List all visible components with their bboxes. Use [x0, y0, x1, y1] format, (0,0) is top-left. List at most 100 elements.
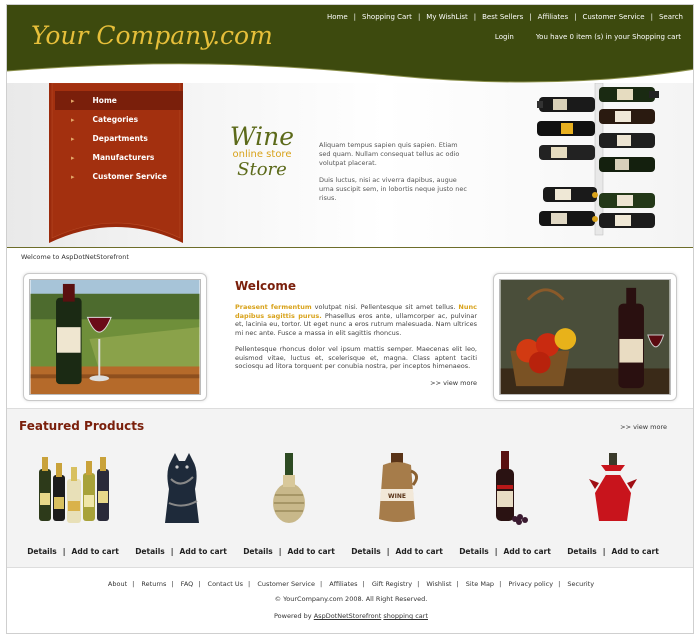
product-list: Details | Add to cart Details | Add to cart — [23, 449, 683, 559]
page: Your Company.com Home | Shopping Cart | My… — [6, 4, 694, 634]
add-to-cart-link[interactable]: Add to cart — [504, 547, 551, 556]
powered-link-cart[interactable]: shopping cart — [383, 612, 428, 620]
menu-item-home[interactable]: ▸ Home — [55, 91, 183, 110]
footer-separator: | — [417, 580, 420, 588]
sub-nav: Login You have 0 item (s) in your Shoppi… — [495, 33, 681, 41]
nav-best-sellers[interactable]: Best Sellers — [482, 13, 523, 21]
details-link[interactable]: Details — [567, 547, 597, 556]
nav-search[interactable]: Search — [659, 13, 683, 21]
featured-view-more-link[interactable]: >> view more — [620, 423, 667, 431]
wine-logo-line1: Wine — [229, 122, 295, 151]
footer-separator: | — [198, 580, 201, 588]
hero-description: Aliquam tempus sapien quis sapien. Etiam… — [319, 141, 469, 211]
menu-label: Manufacturers — [92, 153, 155, 162]
wicker-bottle-icon[interactable] — [249, 449, 329, 527]
gift-wrapped-bottle-icon[interactable] — [573, 449, 653, 527]
copyright: © YourCompany.com 2008. All Right Reserv… — [274, 595, 428, 603]
arrow-icon: ▸ — [71, 134, 75, 143]
add-to-cart-link[interactable]: Add to cart — [612, 547, 659, 556]
product-actions: Details | Add to cart — [347, 547, 447, 556]
welcome-paragraph-1: Praesent fermentum volutpat nisi. Pellen… — [235, 303, 477, 337]
site-logo[interactable]: Your Company.com — [31, 21, 273, 50]
wine-jug-icon[interactable]: WINE — [357, 449, 437, 527]
nav-separator: | — [353, 13, 357, 21]
add-to-cart-link[interactable]: Add to cart — [72, 547, 119, 556]
header-wave — [7, 63, 693, 83]
menu-label: Categories — [92, 115, 139, 124]
wine-logo-line3: Store — [237, 159, 287, 180]
add-to-cart-link[interactable]: Add to cart — [180, 547, 227, 556]
welcome-view-more-link[interactable]: >> view more — [235, 379, 477, 387]
footer-separator: | — [499, 580, 502, 588]
product-card: Details | Add to cart — [131, 449, 231, 559]
featured-title: Featured Products — [19, 419, 145, 433]
nav-separator: | — [574, 13, 577, 21]
footer-link-wishlist[interactable]: Wishlist — [426, 580, 451, 588]
product-actions: Details | Add to cart — [23, 547, 123, 556]
details-link[interactable]: Details — [135, 547, 165, 556]
footer-separator: | — [248, 580, 251, 588]
powered-by: Powered by AspDotNetStorefront shopping … — [7, 612, 693, 620]
footer-link-customer-service[interactable]: Customer Service — [257, 580, 315, 588]
highlight-text: Praesent fermentum — [235, 303, 312, 311]
menu-item-manufacturers[interactable]: ▸ Manufacturers — [55, 148, 183, 167]
add-to-cart-link[interactable]: Add to cart — [288, 547, 335, 556]
product-card: Details | Add to cart — [455, 449, 555, 559]
details-link[interactable]: Details — [351, 547, 381, 556]
product-actions: Details | Add to cart — [239, 547, 339, 556]
footer-link-about[interactable]: About — [108, 580, 127, 588]
footer-link-faq[interactable]: FAQ — [181, 580, 194, 588]
footer-link-site-map[interactable]: Site Map — [466, 580, 494, 588]
menu-label: Departments — [92, 134, 148, 143]
footer-link-gift-registry[interactable]: Gift Registry — [372, 580, 412, 588]
champagne-bottles-icon[interactable] — [33, 449, 113, 527]
nav-wishlist[interactable]: My WishList — [426, 13, 467, 21]
footer-link-returns[interactable]: Returns — [141, 580, 166, 588]
nav-home[interactable]: Home — [327, 13, 348, 21]
add-to-cart-link[interactable]: Add to cart — [396, 547, 443, 556]
footer-separator: | — [171, 580, 174, 588]
product-actions: Details | Add to cart — [131, 547, 231, 556]
nav-affiliates[interactable]: Affiliates — [538, 13, 568, 21]
svg-text:WINE: WINE — [388, 493, 406, 500]
arrow-icon: ▸ — [71, 96, 75, 105]
cat-bottle-icon[interactable] — [141, 449, 221, 527]
footer-link-contact[interactable]: Contact Us — [208, 580, 244, 588]
product-card: Details | Add to cart — [563, 449, 663, 559]
nav-shopping-cart[interactable]: Shopping Cart — [362, 13, 412, 21]
hero-paragraph-1: Aliquam tempus sapien quis sapien. Etiam… — [319, 141, 460, 167]
footer-link-privacy[interactable]: Privacy policy — [508, 580, 553, 588]
product-card: WINE Details | Add to cart — [347, 449, 447, 559]
welcome-strip: Welcome to AspDotNetStorefront — [21, 253, 129, 261]
details-link[interactable]: Details — [27, 547, 57, 556]
footer-links: About | Returns | FAQ | Contact Us | Custome… — [7, 580, 693, 588]
wine-store-logo: Wine online store Store — [222, 122, 302, 180]
product-actions: Details | Add to cart — [455, 547, 555, 556]
menu-item-categories[interactable]: ▸ Categories — [55, 110, 183, 129]
footer-link-security[interactable]: Security — [567, 580, 594, 588]
menu-item-departments[interactable]: ▸ Departments — [55, 129, 183, 148]
action-separator: | — [278, 547, 282, 556]
nav-customer-service[interactable]: Customer Service — [582, 13, 644, 21]
login-link[interactable]: Login — [495, 33, 514, 41]
footer-separator: | — [362, 580, 365, 588]
cart-status[interactable]: You have 0 item (s) in your Shopping car… — [536, 33, 681, 41]
nav-separator: | — [473, 13, 477, 21]
wine-rack-image — [537, 83, 659, 236]
wine-bottle-grapes-icon[interactable] — [465, 449, 545, 527]
powered-link-storefront[interactable]: AspDotNetStorefront — [314, 612, 382, 620]
footer-separator: | — [132, 580, 135, 588]
footer-link-affiliates[interactable]: Affiliates — [329, 580, 357, 588]
still-life-photo — [493, 273, 677, 401]
action-separator: | — [170, 547, 174, 556]
footer: About | Returns | FAQ | Contact Us | Custome… — [7, 580, 693, 620]
arrow-icon: ▸ — [71, 172, 75, 181]
details-link[interactable]: Details — [459, 547, 489, 556]
top-nav: Home | Shopping Cart | My WishList | Best S… — [327, 13, 683, 21]
header: Your Company.com Home | Shopping Cart | My… — [7, 5, 693, 83]
menu-label: Customer Service — [92, 172, 167, 181]
menu-item-customer-service[interactable]: ▸ Customer Service — [55, 167, 183, 186]
category-menu: ▸ Home ▸ Categories ▸ Departments ▸ Manufact… — [55, 91, 183, 186]
arrow-icon: ▸ — [71, 153, 75, 162]
details-link[interactable]: Details — [243, 547, 273, 556]
